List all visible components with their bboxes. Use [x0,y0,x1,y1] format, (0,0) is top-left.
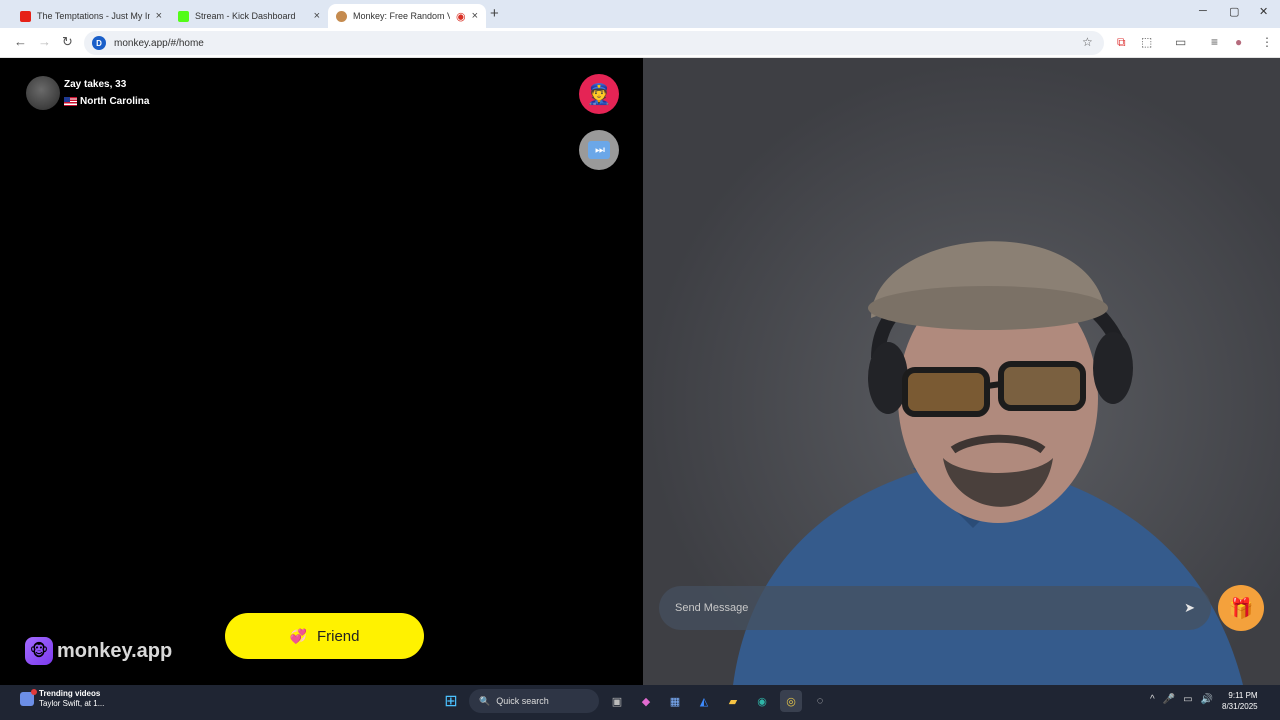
tab-title: The Temptations - Just My Imag [37,11,150,21]
taskbar-apps: ⊞ 🔍 Quick search ▣ ◆ ▦ ◭ ▰ ◉ ◎ ◌ [440,689,838,713]
site-info-icon[interactable]: D [92,36,106,50]
new-tab-button[interactable]: + [490,5,499,22]
url-text[interactable]: monkey.app/#/home [114,38,204,49]
partner-location-text: North Carolina [80,96,150,107]
news-widget-icon [20,689,37,706]
notification-badge [31,689,37,695]
start-menu-icon[interactable]: ⊞ [440,690,462,712]
us-flag-icon [64,97,77,106]
store-icon[interactable]: ▦ [664,690,686,712]
maximize-icon[interactable]: ▢ [1229,5,1239,18]
extensions-puzzle-icon[interactable]: ⬚ [1141,35,1152,49]
news-widget[interactable]: Trending videos Taylor Swift, at 1... [20,689,104,709]
youtube-favicon-icon [20,10,31,22]
logo-text: monkey.app [57,639,173,662]
tab-title: Stream - Kick Dashboard [195,11,296,21]
show-hidden-icons-icon[interactable]: ^ [1150,694,1155,705]
volume-icon[interactable]: 🔊 [1201,694,1213,705]
browser-menu-icon[interactable]: ⋮ [1261,35,1273,49]
close-tab-icon[interactable]: × [472,10,478,22]
news-subtitle: Taylor Swift, at 1... [39,699,105,708]
address-bar[interactable]: D monkey.app/#/home [84,31,1104,55]
file-explorer-icon[interactable]: ▰ [722,690,744,712]
report-button[interactable]: 👮 [579,74,619,114]
monkey-face-icon: 🐵 [25,637,53,665]
kick-favicon-icon [178,10,189,22]
monkey-logo: 🐵 monkey.app [25,637,172,665]
system-tray: ^ 🎤 ▭ 🔊 [1150,694,1221,705]
browser-toolbar: ← → ↻ D monkey.app/#/home ☆ ⧉ ⬚ ▭ ≡ ● ⋮ [0,28,1280,58]
hearts-icon: 💞 [289,627,307,644]
close-tab-icon[interactable]: × [314,10,320,22]
bookmark-star-icon[interactable]: ☆ [1082,35,1093,49]
edge-icon[interactable]: ◉ [751,690,773,712]
police-officer-icon: 👮 [586,83,612,106]
message-bar: ➤ [659,586,1211,630]
news-text: Trending videos Taylor Swift, at 1... [39,689,104,709]
extension-icon[interactable]: ⧉ [1117,35,1126,50]
friend-button-label: Friend [316,627,360,645]
back-button[interactable]: ← [14,34,27,49]
tab-title: Monkey: Free Random Vide [353,11,450,21]
send-message-input[interactable] [675,602,1185,614]
clock-time: 9:11 PM [1228,691,1258,700]
tab-temptations[interactable]: The Temptations - Just My Imag × [12,4,170,28]
close-window-icon[interactable]: ✕ [1259,5,1268,18]
search-icon: 🔍 [479,695,491,706]
send-icon[interactable]: ➤ [1184,600,1195,616]
minimize-icon[interactable]: ─ [1199,5,1207,17]
cast-icon[interactable]: ▭ [1175,35,1186,49]
tab-monkey[interactable]: Monkey: Free Random Vide ◉ × [328,4,486,28]
partner-name: Zay takes, 33 [64,79,127,90]
friend-button[interactable]: 💞 Friend [225,613,424,659]
screen: The Temptations - Just My Imag × Stream … [0,0,1280,720]
reload-button[interactable]: ↻ [62,34,73,50]
obs-icon[interactable]: ◌ [809,690,831,712]
media-control-icon[interactable]: ≡ [1211,35,1218,49]
network-icon[interactable]: ▭ [1183,694,1192,705]
quick-search-box[interactable]: 🔍 Quick search [469,689,599,713]
copilot-icon[interactable]: ◆ [635,690,657,712]
partner-video-panel: Zay takes, 33 North Carolina 👮 ⏭ 🐵 monke… [0,58,643,685]
system-clock[interactable]: 9:11 PM 8/31/2025 [1222,690,1258,712]
chrome-icon[interactable]: ◎ [780,690,802,712]
skip-button[interactable]: ⏭ [579,130,619,170]
close-tab-icon[interactable]: × [156,10,162,22]
profile-avatar-icon[interactable]: ● [1235,35,1242,49]
microphone-icon[interactable]: 🎤 [1163,694,1175,705]
quick-search-label: Quick search [496,696,549,706]
gift-icon: 🎁 [1228,597,1254,620]
gift-button[interactable]: 🎁 [1218,585,1264,631]
self-video-panel: ➤ 🎁 [643,58,1280,685]
monkey-favicon-icon [336,10,347,22]
tab-kick-dashboard[interactable]: Stream - Kick Dashboard × [170,4,328,28]
photos-icon[interactable]: ◭ [693,690,715,712]
partner-avatar[interactable] [26,76,60,110]
clock-date: 8/31/2025 [1222,702,1258,711]
task-view-icon[interactable]: ▣ [606,690,628,712]
partner-location: North Carolina [64,96,149,107]
browser-tab-strip: The Temptations - Just My Imag × Stream … [0,0,1280,28]
windows-taskbar: Trending videos Taylor Swift, at 1... ⊞ … [0,685,1280,720]
forward-button[interactable]: → [38,34,51,49]
news-title: Trending videos [39,689,101,698]
recording-icon: ◉ [455,10,466,23]
next-track-icon: ⏭ [588,141,610,159]
